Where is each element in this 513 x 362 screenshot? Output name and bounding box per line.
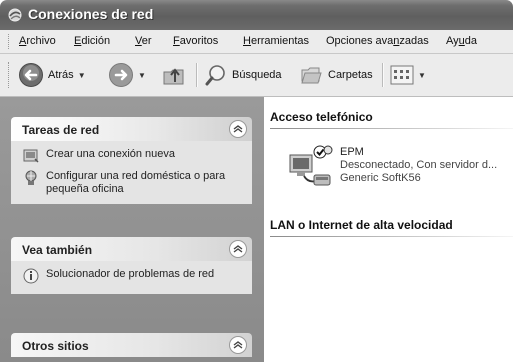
- menu-herramientas[interactable]: Herramientas: [243, 35, 309, 47]
- section-divider: [270, 236, 513, 237]
- search-icon: [205, 65, 225, 86]
- collapse-chevron-icon[interactable]: [229, 336, 247, 354]
- network-tasks-title: Tareas de red: [22, 123, 100, 137]
- menu-ver[interactable]: Ver: [135, 35, 152, 47]
- back-button[interactable]: Atrás ▼: [18, 61, 86, 89]
- setup-home-network-link[interactable]: Configurar una red doméstica o para pequ…: [23, 170, 244, 196]
- menu-opciones-avanzadas[interactable]: Opciones avanzadas: [326, 35, 429, 47]
- new-connection-icon: [23, 149, 39, 163]
- task-pane: Tareas de red Crear una conexión nueva C…: [0, 97, 264, 362]
- create-connection-label: Crear una conexión nueva: [46, 148, 176, 160]
- menu-grip: [8, 34, 11, 49]
- title-bar[interactable]: Conexiones de red: [0, 0, 513, 30]
- menu-ayuda[interactable]: Ayuda: [446, 35, 477, 47]
- search-label: Búsqueda: [232, 69, 282, 81]
- lan-header: LAN o Internet de alta velocidad: [270, 218, 453, 232]
- troubleshooter-link[interactable]: Solucionador de problemas de red: [23, 268, 244, 284]
- back-label: Atrás: [48, 69, 74, 81]
- connection-name: EPM: [340, 146, 364, 158]
- up-folder-icon: [163, 68, 184, 85]
- back-dropdown-icon[interactable]: ▼: [78, 71, 86, 80]
- window-title: Conexiones de red: [28, 6, 154, 22]
- dialup-header: Acceso telefónico: [270, 110, 373, 124]
- home-network-icon: [25, 170, 37, 185]
- connection-item-epm[interactable]: EPM Desconectado, Con servidor d... Gene…: [286, 143, 513, 193]
- collapse-chevron-icon[interactable]: [229, 120, 247, 138]
- collapse-chevron-icon[interactable]: [229, 240, 247, 258]
- menu-favoritos[interactable]: Favoritos: [173, 35, 218, 47]
- forward-arrow-icon: [109, 63, 133, 87]
- network-tasks-header[interactable]: Tareas de red: [11, 117, 252, 141]
- views-dropdown-icon[interactable]: ▼: [418, 71, 426, 80]
- folders-label: Carpetas: [328, 69, 373, 81]
- see-also-header[interactable]: Vea también: [11, 237, 252, 261]
- network-connections-window: Conexiones de red Archivo Edición Ver Fa…: [0, 0, 513, 362]
- see-also-body: Solucionador de problemas de red: [11, 261, 252, 294]
- toolbar-separator: [382, 63, 384, 87]
- connection-status: Desconectado, Con servidor d...: [340, 159, 498, 171]
- dialup-section: Acceso telefónico: [270, 110, 513, 129]
- back-arrow-icon: [19, 63, 43, 87]
- create-connection-link[interactable]: Crear una conexión nueva: [23, 148, 244, 164]
- forward-button[interactable]: ▼: [108, 61, 146, 89]
- troubleshooter-label: Solucionador de problemas de red: [46, 268, 215, 280]
- folders-icon: [301, 67, 322, 84]
- views-button[interactable]: ▼: [390, 61, 426, 89]
- other-places-title: Otros sitios: [22, 339, 89, 353]
- toolbar-grip: [8, 62, 11, 88]
- menu-bar: Archivo Edición Ver Favoritos Herramient…: [0, 30, 513, 54]
- toolbar: Atrás ▼ ▼ Búsqueda Carpetas ▼: [0, 54, 513, 97]
- folders-button[interactable]: Carpetas: [300, 61, 373, 89]
- connection-device: Generic SoftK56: [340, 172, 421, 184]
- network-tasks-body: Crear una conexión nueva Configurar una …: [11, 141, 252, 204]
- section-divider: [270, 128, 513, 129]
- search-button[interactable]: Búsqueda: [204, 61, 282, 89]
- see-also-title: Vea también: [22, 243, 93, 257]
- info-icon: [23, 268, 39, 284]
- dialup-connection-icon: [289, 145, 333, 186]
- views-icon: [390, 65, 414, 85]
- content-pane: Acceso telefónico EPM Desconectado, Con …: [264, 97, 513, 362]
- see-also-panel: Vea también Solucionador de problemas de…: [11, 237, 252, 294]
- up-folder-button[interactable]: [161, 61, 187, 89]
- lan-section: LAN o Internet de alta velocidad: [270, 218, 513, 237]
- toolbar-separator: [196, 63, 198, 87]
- network-tasks-panel: Tareas de red Crear una conexión nueva C…: [11, 117, 252, 204]
- menu-edicion[interactable]: Edición: [74, 35, 110, 47]
- menu-archivo[interactable]: Archivo: [19, 35, 56, 47]
- other-places-panel: Otros sitios: [11, 333, 252, 357]
- network-connections-icon: [8, 8, 22, 22]
- setup-home-network-label: Configurar una red doméstica o para pequ…: [46, 170, 226, 195]
- other-places-header[interactable]: Otros sitios: [11, 333, 252, 357]
- forward-dropdown-icon[interactable]: ▼: [138, 71, 146, 80]
